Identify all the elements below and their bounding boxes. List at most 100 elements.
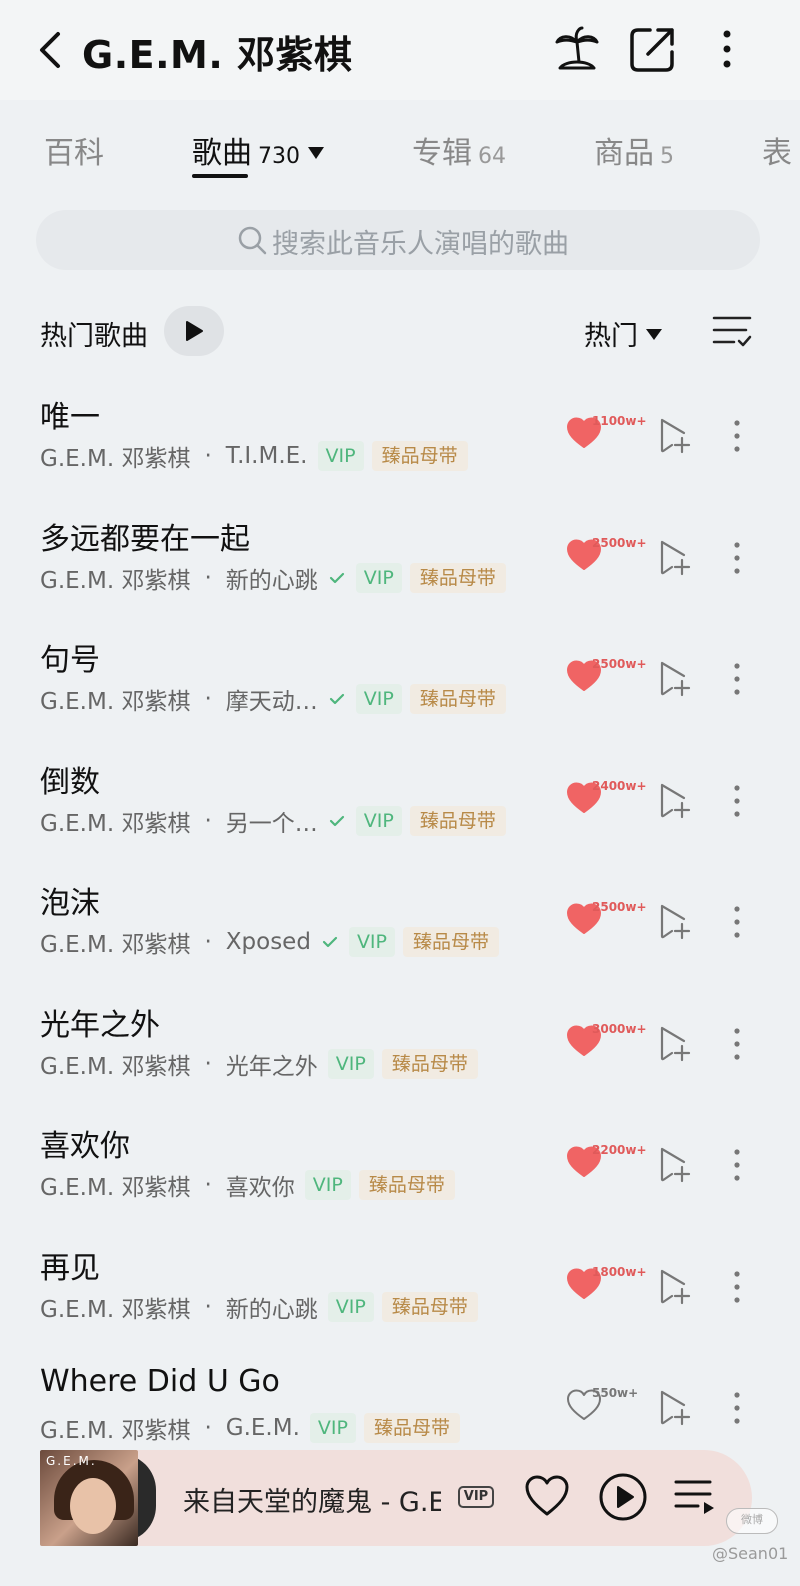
song-title[interactable]: 再见 — [40, 1243, 100, 1287]
back-arrow-icon[interactable] — [34, 30, 68, 70]
heart-outline-icon[interactable] — [524, 1474, 570, 1518]
song-artist: G.E.M. 邓紫棋 — [40, 1418, 191, 1444]
like-count: 1100w+ — [592, 414, 647, 428]
song-artist: G.E.M. 邓紫棋 — [40, 932, 191, 958]
master-quality-tag: 臻品母带 — [381, 1291, 478, 1322]
tab-albums[interactable]: 专辑 64 — [412, 128, 506, 172]
cover-text: G.E.M. — [46, 1454, 97, 1468]
song-title[interactable]: 喜欢你 — [40, 1121, 130, 1165]
song-row[interactable]: 多远都要在一起 G.E.M. 邓紫棋 · 新的心跳 VIP 臻品母带 2500w… — [0, 500, 800, 622]
more-vertical-icon[interactable] — [730, 540, 744, 576]
song-row[interactable]: 倒数 G.E.M. 邓紫棋 · 另一个… VIP 臻品母带 2400w+ — [0, 743, 800, 865]
top-bar: G.E.M. 邓紫棋 — [0, 0, 800, 100]
playlist-icon[interactable] — [674, 1476, 716, 1516]
share-icon[interactable] — [628, 24, 678, 74]
song-title[interactable]: 句号 — [40, 635, 100, 679]
weibo-watermark-logo: 微博 — [726, 1508, 778, 1534]
sort-label: 热门 — [584, 321, 638, 352]
master-quality-tag: 臻品母带 — [403, 927, 500, 957]
song-row[interactable]: 光年之外 G.E.M. 邓紫棋 · 光年之外 VIP 臻品母带 3000w+ — [0, 986, 800, 1108]
song-row[interactable]: 唯一 G.E.M. 邓紫棋 · T.I.M.E. VIP 臻品母带 1100w+ — [0, 378, 800, 500]
tab-songs[interactable]: 歌曲 730 — [192, 128, 324, 172]
tab-label: 表 — [762, 136, 792, 171]
more-vertical-icon[interactable] — [730, 1269, 744, 1305]
add-to-playlist-icon[interactable] — [656, 416, 692, 454]
song-artist: G.E.M. 邓紫棋 — [40, 810, 191, 837]
song-artist: G.E.M. 邓紫棋 — [40, 1296, 191, 1323]
like-count: 2500w+ — [592, 900, 647, 914]
more-vertical-icon[interactable] — [730, 1026, 744, 1062]
add-to-playlist-icon[interactable] — [656, 1024, 692, 1062]
song-title[interactable]: 泡沫 — [40, 878, 100, 922]
play-circle-icon[interactable] — [598, 1472, 648, 1522]
like-count: 2500w+ — [592, 535, 647, 550]
sort-dropdown[interactable]: 热门 — [584, 314, 662, 353]
tab-performances[interactable]: 表 — [762, 128, 792, 172]
separator-dot: · — [204, 807, 212, 834]
add-to-playlist-icon[interactable] — [656, 1145, 692, 1183]
song-album[interactable]: Xposed — [226, 929, 311, 955]
song-album[interactable]: 新的心跳 — [226, 561, 318, 595]
more-vertical-icon[interactable] — [730, 1390, 744, 1426]
song-album[interactable]: T.I.M.E. — [226, 443, 308, 469]
section-title: 热门歌曲 — [40, 321, 148, 352]
song-row[interactable]: 句号 G.E.M. 邓紫棋 · 摩天动… VIP 臻品母带 2500w+ — [0, 621, 800, 743]
song-title[interactable]: 光年之外 — [40, 1000, 160, 1044]
check-icon — [322, 936, 338, 948]
master-quality-tag: 臻品母带 — [409, 805, 506, 836]
song-meta: G.E.M. 邓紫棋 · G.E.M. VIP 臻品母带 — [40, 1412, 460, 1444]
song-row[interactable]: 再见 G.E.M. 邓紫棋 · 新的心跳 VIP 臻品母带 1800w+ — [0, 1229, 800, 1351]
separator-dot: · — [204, 1172, 212, 1198]
song-title[interactable]: 多远都要在一起 — [40, 514, 250, 558]
add-to-playlist-icon[interactable] — [656, 902, 692, 940]
song-album[interactable]: 另一个… — [226, 804, 318, 838]
like-count: 2500w+ — [592, 657, 647, 671]
add-to-playlist-icon[interactable] — [656, 1388, 692, 1426]
song-album[interactable]: G.E.M. — [226, 1415, 300, 1441]
separator-dot: · — [204, 1050, 212, 1077]
song-row[interactable]: 喜欢你 G.E.M. 邓紫棋 · 喜欢你 VIP 臻品母带 2200w+ — [0, 1107, 800, 1229]
vip-tag: VIP — [327, 1291, 374, 1322]
more-vertical-icon[interactable] — [730, 418, 744, 454]
song-meta: G.E.M. 邓紫棋 · T.I.M.E. VIP 臻品母带 — [40, 440, 468, 472]
song-meta: G.E.M. 邓紫棋 · Xposed VIP 臻品母带 — [40, 926, 500, 958]
play-all-button[interactable] — [164, 306, 224, 356]
song-list: 唯一 G.E.M. 邓紫棋 · T.I.M.E. VIP 臻品母带 1100w+… — [0, 378, 800, 1472]
active-tab-indicator — [192, 174, 248, 178]
tab-products[interactable]: 商品 5 — [594, 128, 674, 172]
song-album[interactable]: 光年之外 — [226, 1047, 318, 1081]
song-row[interactable]: 泡沫 G.E.M. 邓紫棋 · Xposed VIP 臻品母带 2500w+ — [0, 864, 800, 986]
song-title[interactable]: 倒数 — [40, 757, 100, 801]
separator-dot: · — [204, 1293, 212, 1320]
add-to-playlist-icon[interactable] — [656, 659, 692, 697]
tab-count: 64 — [478, 144, 506, 169]
caret-down-icon[interactable] — [308, 147, 324, 159]
more-vertical-icon[interactable] — [730, 1147, 744, 1183]
song-album[interactable]: 新的心跳 — [226, 1290, 318, 1324]
song-meta: G.E.M. 邓紫棋 · 新的心跳 VIP 臻品母带 — [40, 562, 506, 594]
more-vertical-icon[interactable] — [730, 661, 744, 697]
song-title[interactable]: 唯一 — [40, 392, 100, 436]
song-meta: G.E.M. 邓紫棋 · 另一个… VIP 臻品母带 — [40, 805, 506, 837]
song-artist: G.E.M. 邓紫棋 — [40, 1053, 191, 1080]
island-icon[interactable] — [552, 24, 602, 74]
separator-dot: · — [204, 929, 212, 955]
more-vertical-icon[interactable] — [730, 783, 744, 819]
add-to-playlist-icon[interactable] — [656, 1267, 692, 1305]
master-quality-tag: 臻品母带 — [409, 562, 506, 593]
song-album[interactable]: 喜欢你 — [226, 1168, 295, 1202]
more-vertical-icon[interactable] — [730, 904, 744, 940]
tab-bar: 百科 歌曲 730 专辑 64 商品 5 表 — [0, 120, 800, 184]
search-bar[interactable]: 搜索此音乐人演唱的歌曲 — [36, 210, 760, 270]
now-playing-title[interactable]: 来自天堂的魔鬼 - G.E.M. 邓紫棋 — [183, 1480, 441, 1519]
more-vertical-icon[interactable] — [702, 24, 752, 74]
add-to-playlist-icon[interactable] — [656, 538, 692, 576]
multi-select-icon[interactable] — [712, 312, 752, 350]
add-to-playlist-icon[interactable] — [656, 781, 692, 819]
separator-dot: · — [204, 564, 212, 591]
master-quality-tag: 臻品母带 — [358, 1170, 455, 1200]
song-album[interactable]: 摩天动… — [226, 682, 318, 716]
song-title[interactable]: Where Did U Go — [40, 1364, 280, 1399]
album-cover[interactable]: G.E.M. — [40, 1450, 138, 1546]
tab-encyclopedia[interactable]: 百科 — [44, 128, 104, 172]
